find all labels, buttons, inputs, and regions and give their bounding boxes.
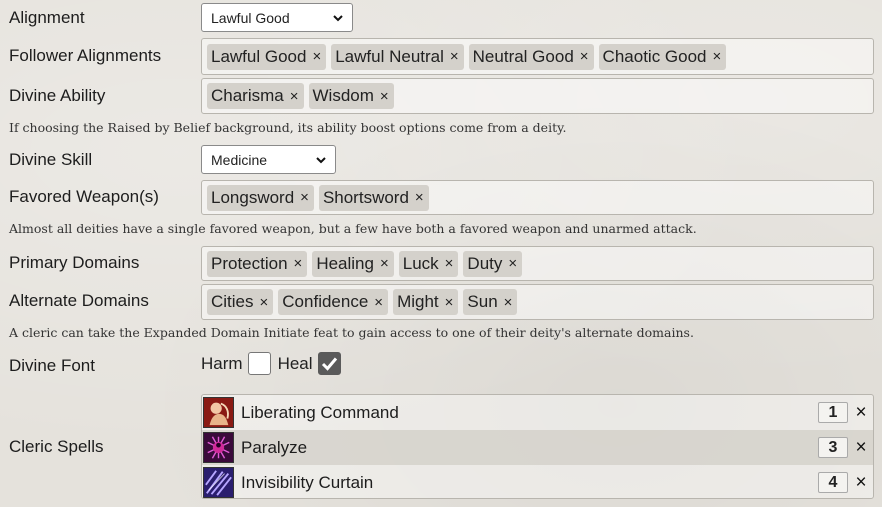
tag-domain-cities: Cities × bbox=[207, 289, 274, 315]
tag-label: Lawful Neutral bbox=[335, 46, 444, 66]
tag-weapon-shortsword: Shortsword × bbox=[318, 184, 429, 211]
alternate-domains-label: Alternate Domains bbox=[9, 291, 149, 310]
chevron-down-icon bbox=[333, 15, 343, 22]
tag-follower-lawful-neutral: Lawful Neutral × bbox=[331, 43, 464, 70]
cleric-spells-label: Cleric Spells bbox=[9, 437, 104, 456]
chevron-down-icon bbox=[316, 157, 326, 164]
tag-label: Charisma bbox=[211, 86, 284, 105]
remove-tag-icon[interactable]: × bbox=[415, 189, 424, 206]
tag-follower-chaotic-good: Chaotic Good × bbox=[598, 43, 727, 70]
remove-spell-icon[interactable]: × bbox=[854, 402, 868, 424]
remove-tag-icon[interactable]: × bbox=[504, 294, 513, 311]
remove-spell-icon[interactable]: × bbox=[854, 472, 868, 494]
heal-label: Heal bbox=[277, 353, 313, 373]
tag-label: Longsword bbox=[211, 187, 295, 207]
tag-domain-duty: Duty × bbox=[463, 250, 523, 277]
heal-checkbox[interactable] bbox=[317, 352, 341, 375]
divine-skill-select[interactable]: Medicine bbox=[201, 145, 336, 174]
remove-tag-icon[interactable]: × bbox=[580, 48, 589, 65]
tag-label: Luck bbox=[402, 253, 439, 273]
remove-tag-icon[interactable]: × bbox=[300, 189, 309, 206]
remove-tag-icon[interactable]: × bbox=[445, 255, 454, 272]
remove-spell-icon[interactable]: × bbox=[854, 437, 868, 459]
tag-ability-wisdom: Wisdom × bbox=[308, 83, 394, 109]
spell-name: Liberating Command bbox=[241, 402, 399, 422]
divine-font-label: Divine Font bbox=[9, 356, 95, 375]
tag-label: Confidence bbox=[282, 292, 369, 311]
cleric-spells-list: Liberating Command 1 × Paralyze 3 × Invi… bbox=[201, 394, 874, 499]
divine-skill-label: Divine Skill bbox=[9, 150, 93, 169]
divine-ability-field[interactable]: Charisma × Wisdom × bbox=[201, 78, 874, 114]
remove-tag-icon[interactable]: × bbox=[508, 255, 517, 272]
divine-skill-select-value: Medicine bbox=[211, 151, 268, 168]
tag-label: Chaotic Good bbox=[602, 46, 707, 66]
harm-checkbox[interactable] bbox=[247, 352, 271, 375]
tag-label: Duty bbox=[467, 253, 503, 273]
tag-label: Cities bbox=[211, 292, 254, 311]
tag-domain-sun: Sun × bbox=[463, 289, 518, 315]
alternate-domains-field[interactable]: Cities × Confidence × Might × Sun × bbox=[201, 284, 874, 320]
remove-tag-icon[interactable]: × bbox=[312, 48, 321, 65]
alignment-select[interactable]: Lawful Good bbox=[201, 3, 353, 32]
tag-follower-neutral-good: Neutral Good × bbox=[468, 43, 594, 70]
alternate-domains-hint: A cleric can take the Expanded Domain In… bbox=[9, 325, 694, 340]
tag-label: Shortsword bbox=[322, 187, 409, 207]
tag-domain-luck: Luck × bbox=[398, 250, 459, 277]
remove-tag-icon[interactable]: × bbox=[374, 294, 383, 311]
liberating-command-spell-icon bbox=[203, 397, 234, 428]
harm-label: Harm bbox=[201, 353, 243, 373]
alignment-select-value: Lawful Good bbox=[211, 9, 290, 26]
spell-row-liberating-command[interactable]: Liberating Command 1 × bbox=[202, 395, 873, 430]
favored-weapons-label: Favored Weapon(s) bbox=[9, 187, 159, 206]
tag-domain-healing: Healing × bbox=[312, 250, 394, 277]
favored-weapons-hint: Almost all deities have a single favored… bbox=[9, 221, 697, 236]
spell-name: Invisibility Curtain bbox=[241, 472, 374, 492]
check-icon bbox=[321, 357, 337, 371]
spell-rank[interactable]: 3 bbox=[818, 437, 848, 458]
divine-ability-hint: If choosing the Raised by Belief backgro… bbox=[9, 120, 567, 135]
tag-label: Wisdom bbox=[312, 86, 374, 105]
tag-label: Neutral Good bbox=[472, 46, 574, 66]
tag-label: Healing bbox=[316, 253, 374, 273]
tag-label: Sun bbox=[467, 292, 498, 311]
spell-rank[interactable]: 1 bbox=[818, 402, 848, 423]
spell-rank[interactable]: 4 bbox=[818, 472, 848, 493]
favored-weapons-field[interactable]: Longsword × Shortsword × bbox=[201, 180, 874, 215]
divine-font-options: Harm Heal bbox=[201, 352, 343, 375]
primary-domains-field[interactable]: Protection × Healing × Luck × Duty × bbox=[201, 246, 874, 281]
tag-domain-protection: Protection × bbox=[207, 250, 308, 277]
tag-domain-might: Might × bbox=[393, 289, 459, 315]
alignment-label: Alignment bbox=[9, 8, 85, 27]
spell-row-invisibility-curtain[interactable]: Invisibility Curtain 4 × bbox=[202, 465, 873, 498]
tag-domain-confidence: Confidence × bbox=[278, 289, 389, 315]
follower-alignments-field[interactable]: Lawful Good × Lawful Neutral × Neutral Goo… bbox=[201, 38, 874, 75]
remove-tag-icon[interactable]: × bbox=[290, 88, 299, 105]
tag-weapon-longsword: Longsword × bbox=[207, 184, 314, 211]
tag-follower-lawful-good: Lawful Good × bbox=[207, 43, 327, 70]
tag-label: Protection bbox=[211, 253, 288, 273]
remove-tag-icon[interactable]: × bbox=[380, 88, 389, 105]
tag-label: Might bbox=[397, 292, 439, 311]
remove-tag-icon[interactable]: × bbox=[450, 48, 459, 65]
tag-label: Lawful Good bbox=[211, 46, 307, 66]
spell-name: Paralyze bbox=[241, 437, 308, 457]
invisibility-curtain-spell-icon bbox=[203, 467, 234, 498]
divine-ability-label: Divine Ability bbox=[9, 86, 106, 105]
remove-tag-icon[interactable]: × bbox=[380, 255, 389, 272]
paralyze-spell-icon bbox=[203, 432, 234, 463]
remove-tag-icon[interactable]: × bbox=[294, 255, 303, 272]
remove-tag-icon[interactable]: × bbox=[445, 294, 454, 311]
tag-ability-charisma: Charisma × bbox=[207, 83, 304, 109]
primary-domains-label: Primary Domains bbox=[9, 253, 140, 272]
follower-alignments-label: Follower Alignments bbox=[9, 46, 162, 65]
remove-tag-icon[interactable]: × bbox=[713, 48, 722, 65]
spell-row-paralyze[interactable]: Paralyze 3 × bbox=[202, 430, 873, 465]
remove-tag-icon[interactable]: × bbox=[260, 294, 269, 311]
